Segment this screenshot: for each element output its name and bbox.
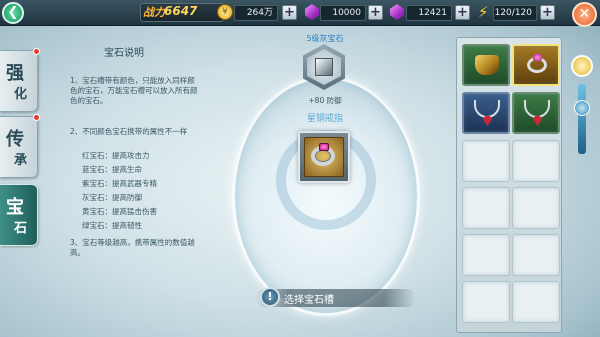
inventory-slot-empty[interactable]	[512, 187, 560, 229]
inventory-slot-empty[interactable]	[462, 281, 510, 323]
add-gems-button[interactable]: +	[368, 5, 383, 20]
red-pendant-icon	[483, 116, 492, 126]
inventory-slot-empty[interactable]	[512, 281, 560, 323]
gem-attribute-green: 绿宝石：提高韧性	[82, 221, 142, 230]
select-slot-text: 选择宝石槽	[284, 295, 334, 306]
inventory-slot-ring[interactable]	[512, 44, 560, 86]
inventory-slot-empty[interactable]	[512, 140, 560, 182]
coin-icon: ¥	[217, 4, 233, 20]
notification-dot	[33, 48, 40, 55]
gems-value: 10000	[320, 5, 366, 21]
add-tickets-button[interactable]: +	[455, 5, 470, 20]
back-arrow-icon: ❮	[7, 5, 19, 20]
gem-attribute-red: 红宝石：提高攻击力	[82, 151, 150, 160]
description-paragraph-3: 3、宝石等级越高，携带属性的数值越高。	[70, 238, 195, 257]
combat-power-value: 6647	[164, 4, 198, 18]
add-coins-button[interactable]: +	[282, 5, 297, 20]
inventory-slot-empty[interactable]	[462, 140, 510, 182]
inventory-slot-necklace-1[interactable]	[462, 92, 510, 134]
gem-attribute-yellow: 黄宝石：提高猛击伤害	[82, 207, 157, 216]
description-paragraph-2: 2、不同颜色宝石携带的属性不一样	[70, 127, 188, 136]
inventory-slot-necklace-2[interactable]	[512, 92, 560, 134]
tab-strengthen-char-2: 化	[14, 87, 28, 102]
tickets-value: 12421	[406, 5, 452, 21]
ring-stone-icon	[533, 54, 542, 61]
gem-slot-label: 5级灰宝石	[306, 34, 344, 43]
tab-strengthen[interactable]: 强 化	[0, 48, 40, 112]
inventory-slot-empty[interactable]	[462, 187, 510, 229]
red-pendant-icon	[533, 116, 542, 126]
ring-stone-icon	[319, 143, 329, 151]
description-paragraph-1: 1、宝石槽带有颜色，只能放入同样颜色的宝石，万能宝石槽可以放入所有颜色的宝石。	[70, 76, 198, 105]
close-icon: ✕	[578, 6, 591, 22]
description-title: 宝石说明	[104, 48, 144, 59]
gray-gem-icon	[315, 58, 333, 76]
necklace-icon	[474, 100, 500, 118]
tab-inherit[interactable]: 传 承	[0, 114, 40, 178]
armor-icon	[475, 55, 499, 75]
ornament-knot-icon	[571, 55, 593, 77]
close-button[interactable]: ✕	[572, 2, 597, 27]
energy-value: 120/120	[493, 5, 537, 21]
coins-value: 264万	[234, 5, 278, 21]
inventory-slot-empty[interactable]	[512, 234, 560, 276]
gem-attribute-gray: 灰宝石：提高防御	[82, 193, 142, 202]
back-button[interactable]: ❮	[2, 2, 24, 24]
gem-attribute-purple: 紫宝石：提高武器专精	[82, 179, 157, 188]
tassel-icon	[578, 84, 586, 154]
tab-gems[interactable]: 宝 石	[0, 184, 38, 246]
tab-gems-char-2: 石	[14, 221, 28, 236]
gem-bonus-text: +80 防御	[308, 96, 342, 105]
inventory-slot-armor[interactable]	[462, 44, 510, 86]
add-energy-button[interactable]: +	[540, 5, 555, 20]
select-slot-prompt	[256, 289, 416, 307]
necklace-icon	[524, 100, 550, 118]
tab-gems-char-1: 宝	[6, 197, 24, 218]
tab-strengthen-char-1: 强	[6, 63, 24, 84]
tab-inherit-char-1: 传	[6, 129, 24, 150]
info-icon: !	[260, 287, 280, 307]
tab-inherit-char-2: 承	[14, 153, 28, 168]
combat-power-label: 战力	[143, 6, 165, 19]
gem-attribute-blue: 蓝宝石：提高生命	[82, 165, 142, 174]
notification-dot	[33, 114, 40, 121]
lightning-icon: ⚡	[478, 3, 489, 21]
equipped-item-name: 星钢戒指	[306, 114, 343, 124]
inventory-slot-empty[interactable]	[462, 234, 510, 276]
bead-icon	[574, 100, 590, 116]
